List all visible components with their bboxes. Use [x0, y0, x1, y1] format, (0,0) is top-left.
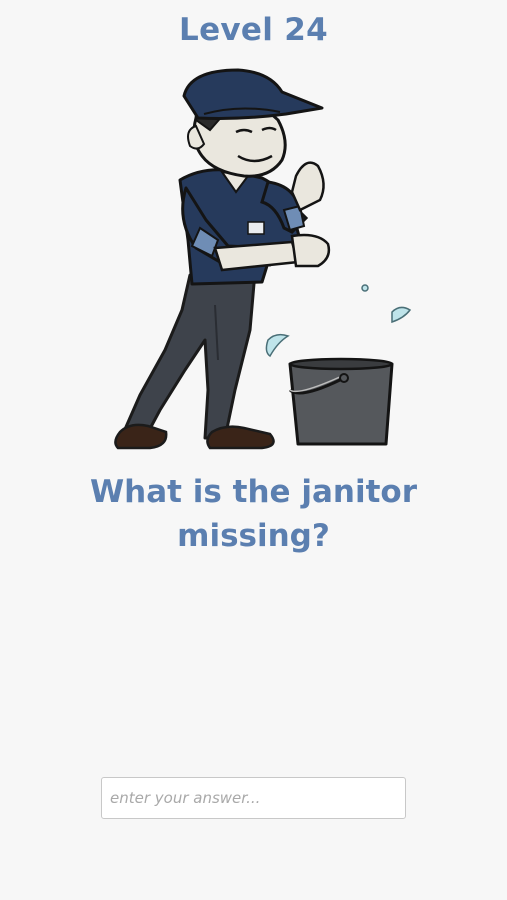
answer-input[interactable]: [101, 777, 406, 819]
water-drop: [361, 284, 369, 292]
janitor-with-bucket-icon: [114, 68, 412, 450]
level-title: Level 24: [179, 12, 328, 48]
puzzle-question: What is the janitor missing?: [89, 474, 417, 554]
janitor-cap: [182, 68, 324, 120]
water-drop: [391, 306, 412, 324]
janitor-legs: [120, 270, 257, 440]
right-shoe: [206, 425, 275, 450]
bucket: [288, 357, 394, 446]
water-drop: [265, 333, 290, 358]
left-shoe: [114, 423, 168, 450]
game-screen: Level 24 What is the janitor missing? en…: [0, 0, 507, 900]
